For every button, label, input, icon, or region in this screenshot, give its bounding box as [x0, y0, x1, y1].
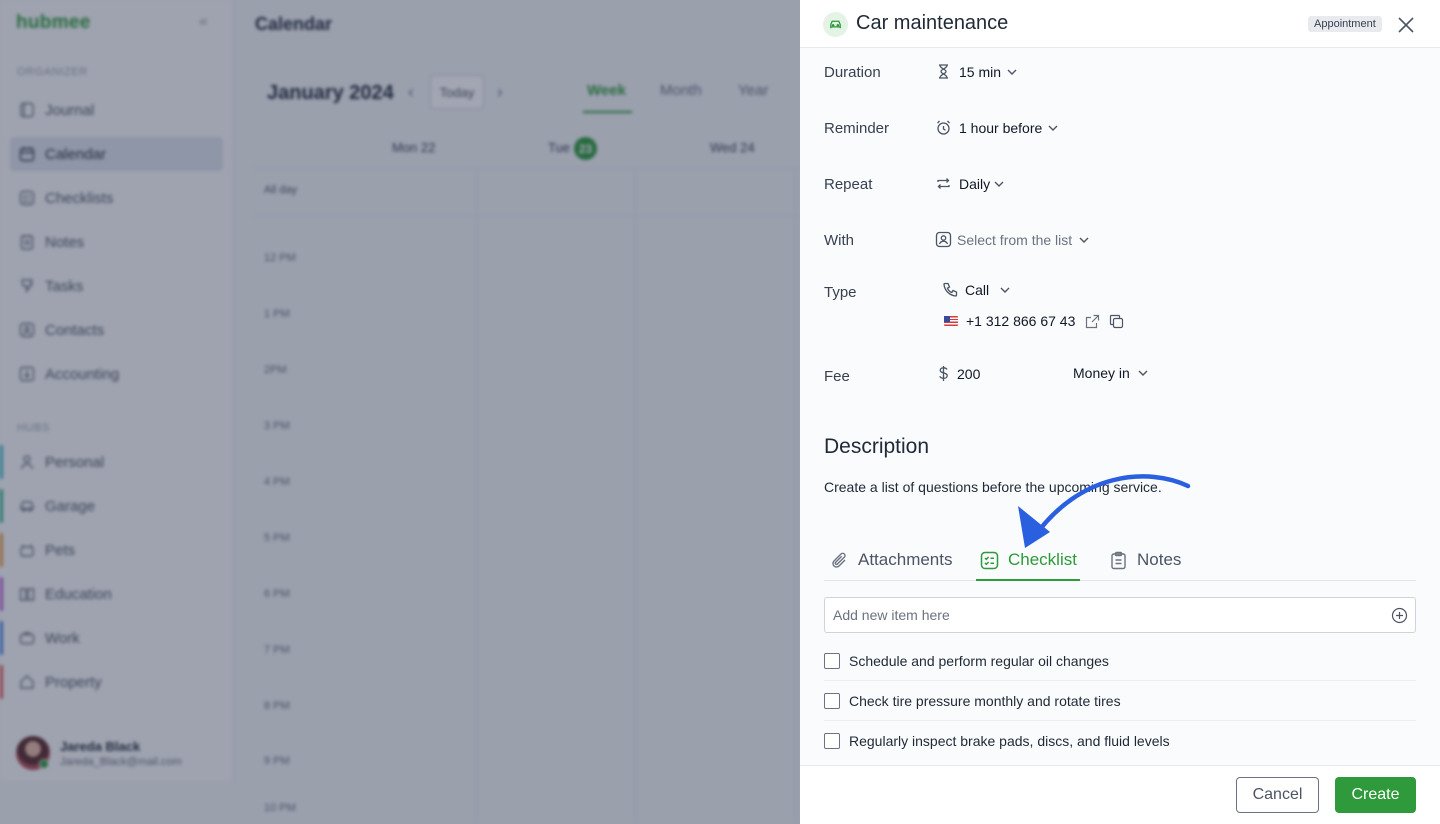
- repeat-select[interactable]: Daily: [935, 175, 1005, 192]
- close-icon: [1398, 17, 1414, 33]
- reminder-value: 1 hour before: [959, 119, 1043, 136]
- checklist-add-input[interactable]: [825, 598, 1385, 632]
- paperclip-icon: [830, 551, 849, 570]
- checklist-item-text[interactable]: Schedule and perform regular oil changes: [849, 653, 1109, 669]
- fee-amount: 200: [957, 365, 981, 382]
- checklist-item-text[interactable]: Regularly inspect brake pads, discs, and…: [849, 733, 1170, 749]
- checklist-item: Schedule and perform regular oil changes: [824, 641, 1416, 681]
- type-label: Type: [824, 284, 857, 301]
- tab-checklist[interactable]: Checklist: [980, 550, 1077, 570]
- close-button[interactable]: [1394, 13, 1418, 37]
- active-tab-underline: [976, 579, 1080, 581]
- fee-label: Fee: [824, 368, 850, 385]
- phone-icon: [942, 281, 959, 298]
- checklist-icon: [980, 551, 999, 570]
- chevron-down-icon: [1078, 234, 1090, 246]
- external-link-icon[interactable]: [1085, 314, 1100, 329]
- repeat-label: Repeat: [824, 176, 873, 193]
- reminder-select[interactable]: 1 hour before: [935, 119, 1059, 136]
- dollar-icon: [935, 365, 952, 382]
- chevron-down-icon: [1006, 66, 1018, 78]
- us-flag-icon: [944, 316, 958, 326]
- duration-label: Duration: [824, 64, 881, 81]
- with-label: With: [824, 232, 854, 249]
- duration-value: 15 min: [959, 63, 1002, 80]
- type-select[interactable]: Call: [942, 281, 1011, 298]
- description-title: Description: [824, 435, 930, 458]
- contact-icon: [935, 231, 952, 248]
- checklist-item: Check tire pressure monthly and rotate t…: [824, 681, 1416, 721]
- tab-label: Attachments: [858, 550, 953, 569]
- with-select[interactable]: Select from the list: [935, 231, 1090, 248]
- tab-attachments[interactable]: Attachments: [830, 550, 953, 570]
- chevron-down-icon: [1137, 367, 1149, 379]
- type-value: Call: [965, 281, 990, 298]
- chevron-down-icon: [1047, 122, 1059, 134]
- chevron-down-icon: [999, 284, 1011, 296]
- checklist-add-field: [824, 597, 1416, 633]
- duration-select[interactable]: 15 min: [935, 63, 1018, 80]
- event-title[interactable]: Car maintenance: [856, 12, 1008, 35]
- event-panel: Car maintenance Appointment Duration 15 …: [800, 0, 1440, 824]
- money-direction-value: Money in: [1073, 365, 1130, 381]
- fee-amount-input[interactable]: 200: [935, 365, 980, 382]
- event-type-tag: Appointment: [1308, 16, 1382, 32]
- phone-number[interactable]: +1 312 866 67 43: [966, 313, 1075, 329]
- tab-notes[interactable]: Notes: [1109, 550, 1181, 570]
- with-placeholder: Select from the list: [957, 231, 1073, 248]
- panel-tabs: Attachments Checklist Notes: [824, 540, 1416, 581]
- checklist-checkbox[interactable]: [824, 692, 840, 709]
- money-direction-select[interactable]: Money in: [1073, 365, 1149, 381]
- create-button[interactable]: Create: [1335, 777, 1416, 813]
- clipboard-icon: [1109, 551, 1128, 570]
- panel-header: Car maintenance Appointment: [800, 0, 1440, 48]
- car-icon: [823, 12, 848, 37]
- checklist-item: Regularly inspect brake pads, discs, and…: [824, 721, 1416, 761]
- hourglass-icon: [935, 63, 952, 80]
- description-text[interactable]: Create a list of questions before the up…: [824, 479, 1162, 495]
- repeat-icon: [935, 175, 952, 192]
- alarm-clock-icon: [935, 119, 952, 136]
- chevron-down-icon: [993, 178, 1005, 190]
- phone-row: +1 312 866 67 43: [944, 313, 1124, 329]
- panel-footer: Cancel Create: [800, 765, 1440, 824]
- checklist-checkbox[interactable]: [824, 733, 840, 749]
- add-circle-icon[interactable]: [1391, 607, 1408, 624]
- tab-label: Notes: [1137, 550, 1182, 569]
- checklist-item-text[interactable]: Check tire pressure monthly and rotate t…: [849, 693, 1121, 709]
- cancel-button[interactable]: Cancel: [1236, 777, 1319, 813]
- copy-icon[interactable]: [1109, 314, 1124, 329]
- tab-label: Checklist: [1008, 550, 1077, 569]
- repeat-value: Daily: [959, 175, 991, 192]
- checklist-checkbox[interactable]: [824, 652, 840, 669]
- reminder-label: Reminder: [824, 120, 890, 137]
